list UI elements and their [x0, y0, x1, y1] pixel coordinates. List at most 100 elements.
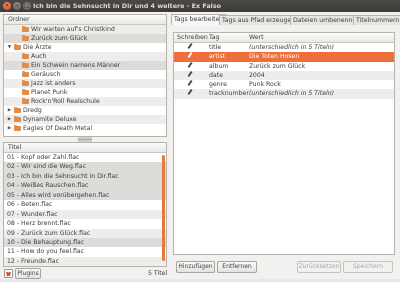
folder-name: Auch	[31, 53, 47, 60]
tag-column-header[interactable]: Tag	[209, 33, 219, 43]
folder-tree-row[interactable]: ▼ Die Ärzte	[4, 43, 166, 52]
folder-icon	[22, 88, 29, 95]
folder-name: Die Ärzte	[23, 44, 52, 51]
tag-rows: title (unterschiedlich in 5 Titeln) artist…	[174, 42, 394, 99]
tag-row[interactable]: date 2004	[174, 70, 394, 81]
folder-icon	[22, 61, 29, 68]
tag-value[interactable]: 2004	[249, 71, 265, 80]
folder-name: Dredg	[23, 107, 42, 114]
file-row[interactable]: 01 - Kopf oder Zahl.flac	[4, 153, 166, 162]
tag-value[interactable]: Punk Rock	[249, 80, 281, 89]
expander-arrow-icon[interactable]: ▶	[7, 124, 12, 133]
folder-tree-row[interactable]: Planet Punk	[4, 88, 166, 97]
folder-tree-row[interactable]: ▶ Dredg	[4, 106, 166, 115]
edit-pencil-icon[interactable]	[187, 61, 193, 68]
tag-value[interactable]: Zurück zum Glück	[249, 62, 305, 71]
file-row[interactable]: 10 - Die Behauptung.flac	[4, 237, 166, 248]
file-row[interactable]: 07 - Wunder.flac	[4, 209, 166, 220]
folder-tree-row[interactable]: ▶ Dynamite Deluxe	[4, 115, 166, 124]
folder-name: Zurück zum Glück	[31, 35, 88, 42]
tag-row[interactable]: tracknumber (unterschiedlich in 5 Titeln)	[174, 89, 394, 99]
edit-pencil-icon[interactable]	[187, 42, 193, 50]
tag-table-header: Schreiben Tag Wert	[174, 33, 394, 43]
save-button[interactable]: Speichern	[343, 261, 393, 273]
tag-editor-table[interactable]: Schreiben Tag Wert title (unterschiedlich…	[173, 32, 395, 255]
file-row[interactable]: 02 - Wir sind die Weg.flac	[4, 162, 166, 172]
remove-tag-button[interactable]: Entfernen	[217, 261, 257, 273]
title-column-header[interactable]: Titel	[4, 143, 166, 153]
folder-tree-pane[interactable]: Ordner Wir warten auf's Christkind Zurück…	[3, 14, 167, 137]
file-list: 01 - Kopf oder Zahl.flac 02 - Wir sind di…	[4, 153, 166, 266]
folder-name: Jazz ist anders	[31, 80, 76, 87]
folder-tree-row[interactable]: Zurück zum Glück	[4, 34, 166, 43]
tag-row[interactable]: album Zurück zum Glück	[174, 61, 394, 71]
tag-name: artist	[209, 53, 226, 61]
folder-icon	[22, 79, 29, 86]
edit-pencil-icon[interactable]	[187, 70, 193, 77]
maximize-window-button[interactable]: □	[23, 2, 31, 10]
folder-tree-row[interactable]: Jazz ist anders	[4, 79, 166, 88]
plugins-icon[interactable]	[4, 269, 13, 278]
plugins-button[interactable]: Plugins	[15, 268, 41, 279]
folder-tree-row[interactable]: ▶ Eagles Of Death Metal	[4, 124, 166, 133]
add-tag-button[interactable]: Hinzufügen	[176, 261, 215, 273]
tag-name: genre	[209, 81, 227, 89]
folder-tree-row[interactable]: Rock'n'Roll Realschule	[4, 97, 166, 106]
folder-name: Rock'n'Roll Realschule	[31, 98, 100, 105]
value-column-header[interactable]: Wert	[249, 33, 264, 43]
tag-name: album	[209, 62, 229, 70]
title-bar: × – □ Ich bin die Sehnsucht in Dir und 4…	[0, 0, 400, 12]
expander-arrow-icon[interactable]: ▼	[7, 43, 12, 52]
tag-value[interactable]: (unterschiedlich in 5 Titeln)	[249, 43, 334, 52]
folder-tree-row[interactable]: Geräusch	[4, 70, 166, 79]
tag-row[interactable]: genre Punk Rock	[174, 80, 394, 89]
ex-falso-window: × – □ Ich bin die Sehnsucht in Dir und 4…	[0, 0, 400, 282]
tag-name: date	[209, 71, 223, 79]
file-list-pane[interactable]: Titel 01 - Kopf oder Zahl.flac 02 - Wir s…	[3, 142, 167, 267]
tag-value[interactable]: (unterschiedlich in 5 Titeln)	[249, 89, 334, 98]
folder-icon	[14, 106, 21, 113]
revert-button[interactable]: Zurücksetzen	[297, 261, 341, 273]
file-row[interactable]: 08 - Herz brennt.flac	[4, 219, 166, 228]
folder-name: Ein Schwein namens Männer	[31, 62, 121, 69]
tag-row[interactable]: title (unterschiedlich in 5 Titeln)	[174, 42, 394, 52]
folder-name: Planet Punk	[31, 89, 68, 96]
file-row[interactable]: 12 - Freunde.flac	[4, 256, 166, 266]
tag-row[interactable]: artist Die Toten Hosen	[174, 52, 394, 62]
folder-name: Wir warten auf's Christkind	[31, 26, 115, 33]
selected-title-count: 5 Titel	[148, 270, 168, 277]
write-column-header[interactable]: Schreiben	[177, 33, 208, 43]
tab-titelnummern[interactable]: Titelnummern	[353, 15, 400, 25]
editor-tabs: Tags bearbeiten Tags aus Pfad erzeugen Dat…	[171, 14, 400, 25]
grip-icon	[78, 139, 92, 140]
folder-column-header[interactable]: Ordner	[4, 15, 166, 25]
file-row[interactable]: 04 - Weißes Rauschen.flac	[4, 181, 166, 191]
edit-pencil-icon[interactable]	[187, 80, 193, 87]
folder-icon	[14, 43, 21, 50]
file-row[interactable]: 06 - Beten.flac	[4, 200, 166, 209]
minimize-window-button[interactable]: –	[13, 2, 21, 10]
folder-icon	[22, 25, 29, 32]
file-row[interactable]: 09 - Zurück zum Glück.flac	[4, 228, 166, 238]
expander-arrow-icon[interactable]: ▶	[7, 106, 12, 115]
tag-value[interactable]: Die Toten Hosen	[249, 52, 299, 61]
folder-icon	[22, 70, 29, 77]
tab-tags-aus-pfad-erzeugen[interactable]: Tags aus Pfad erzeugen	[219, 15, 299, 25]
folder-tree-row[interactable]: Wir warten auf's Christkind	[4, 25, 166, 34]
file-row[interactable]: 03 - Ich bin die Sehnsucht in Dir.flac	[4, 171, 166, 182]
expander-arrow-icon[interactable]: ▶	[7, 115, 12, 124]
edit-pencil-icon[interactable]	[187, 89, 193, 96]
edit-pencil-icon[interactable]	[187, 52, 193, 59]
folder-tree-row[interactable]: Auch	[4, 52, 166, 61]
folder-icon	[22, 34, 29, 41]
folder-icon	[22, 52, 29, 59]
file-list-scrollbar[interactable]	[162, 155, 165, 261]
file-row[interactable]: 05 - Alles wird vorübergehen.flac	[4, 190, 166, 201]
folder-name: Dynamite Deluxe	[23, 116, 77, 123]
close-window-button[interactable]: ×	[3, 2, 11, 10]
folder-name: Eagles Of Death Metal	[23, 125, 93, 132]
folder-icon	[14, 124, 21, 131]
folder-tree-row[interactable]: Ein Schwein namens Männer	[4, 61, 166, 70]
file-row[interactable]: 11 - How do you feel.flac	[4, 247, 166, 256]
folder-icon	[14, 115, 21, 122]
